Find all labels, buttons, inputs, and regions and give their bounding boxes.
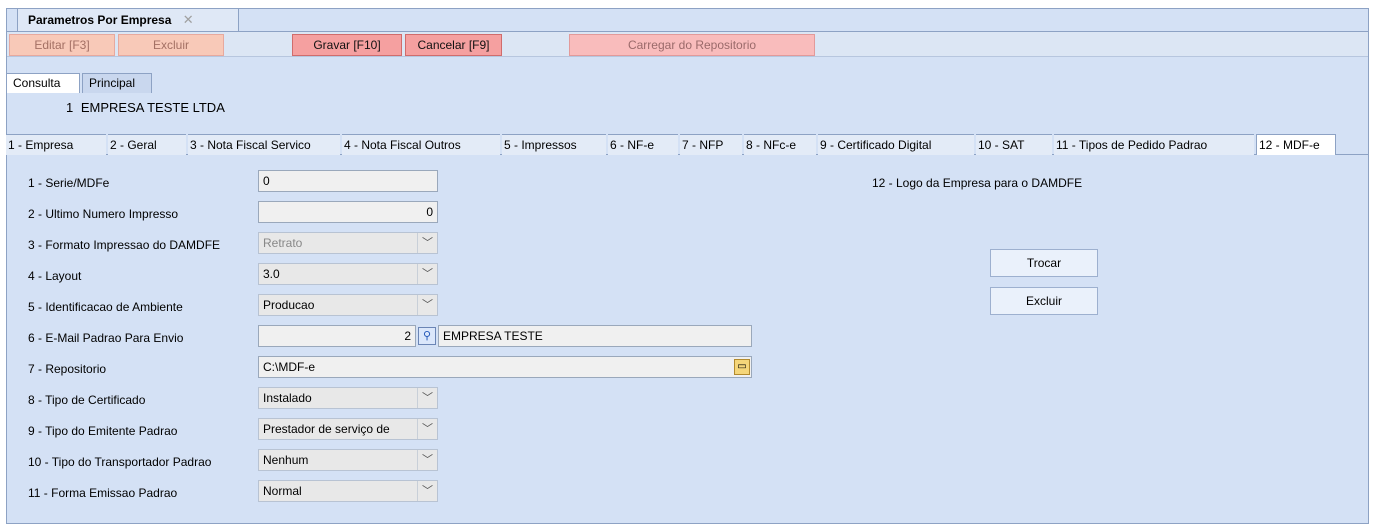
delete-logo-button[interactable]: Excluir	[990, 287, 1098, 315]
tab-geral[interactable]: 2 - Geral	[108, 134, 186, 155]
change-logo-button[interactable]: Trocar	[990, 249, 1098, 277]
tab-nfc-e[interactable]: 8 - NFc-e	[744, 134, 816, 155]
transportador-value: Nenhum	[263, 453, 309, 467]
email-label: 6 - E-Mail Padrao Para Envio	[28, 331, 184, 345]
tab-tipos-de-pedido-padrao[interactable]: 11 - Tipos de Pedido Padrao	[1054, 134, 1254, 155]
ultimo-numero-input[interactable]: 0	[258, 201, 438, 223]
ambiente-value: Producao	[263, 298, 315, 312]
logo-label: 12 - Logo da Empresa para o DAMDFE	[872, 176, 1083, 190]
tab-certificado-digital[interactable]: 9 - Certificado Digital	[818, 134, 974, 155]
emitente-label: 9 - Tipo do Emitente Padrao	[28, 424, 178, 438]
company-name: EMPRESA TESTE LTDA	[80, 100, 225, 115]
close-icon[interactable]: ✕	[183, 12, 194, 27]
chevron-down-icon[interactable]: ﹀	[417, 481, 437, 501]
certificado-label: 8 - Tipo de Certificado	[28, 393, 146, 407]
tab-nf-e[interactable]: 6 - NF-e	[608, 134, 678, 155]
cancel-button[interactable]: Cancelar [F9]	[405, 34, 502, 56]
email-code-input[interactable]: 2	[258, 325, 416, 347]
layout-label: 4 - Layout	[28, 269, 82, 283]
save-button[interactable]: Gravar [F10]	[292, 34, 402, 56]
transportador-label: 10 - Tipo do Transportador Padrao	[28, 455, 212, 469]
toolbar: Editar [F3] Excluir Gravar [F10] Cancela…	[7, 31, 1368, 57]
serie-label: 1 - Serie/MDFe	[28, 176, 110, 190]
tab-sat[interactable]: 10 - SAT	[976, 134, 1052, 155]
formato-select: Retrato ﹀	[258, 232, 438, 254]
tab-nfp[interactable]: 7 - NFP	[680, 134, 742, 155]
chevron-down-icon[interactable]: ﹀	[417, 295, 437, 315]
company-header: 1 EMPRESA TESTE LTDA	[66, 100, 225, 115]
document-tab-title: Parametros Por Empresa	[28, 13, 172, 27]
tab-nota-fiscal-outros[interactable]: 4 - Nota Fiscal Outros	[342, 134, 500, 155]
ambiente-label: 5 - Identificacao de Ambiente	[28, 300, 183, 314]
tab-nota-fiscal-servico[interactable]: 3 - Nota Fiscal Servico	[188, 134, 340, 155]
certificado-value: Instalado	[263, 391, 312, 405]
settings-tabs: 1 - Empresa 2 - Geral 3 - Nota Fiscal Se…	[6, 133, 1369, 155]
emissao-label: 11 - Forma Emissao Padrao	[28, 486, 178, 500]
chevron-down-icon[interactable]: ﹀	[417, 419, 437, 439]
repositorio-input[interactable]: C:\MDF-e	[258, 356, 752, 378]
edit-button[interactable]: Editar [F3]	[9, 34, 115, 56]
transportador-select[interactable]: Nenhum ﹀	[258, 449, 438, 471]
folder-icon[interactable]: ▭	[734, 359, 750, 375]
ambiente-select[interactable]: Producao ﹀	[258, 294, 438, 316]
layout-select[interactable]: 3.0 ﹀	[258, 263, 438, 285]
tab-empresa[interactable]: 1 - Empresa	[6, 134, 106, 155]
main-window: Parametros Por Empresa ✕ Editar [F3] Exc…	[6, 8, 1369, 524]
emitente-value: Prestador de serviço de	[263, 422, 390, 436]
ultimo-numero-label: 2 - Ultimo Numero Impresso	[28, 207, 179, 221]
chevron-down-icon: ﹀	[417, 233, 437, 253]
certificado-select[interactable]: Instalado ﹀	[258, 387, 438, 409]
repositorio-label: 7 - Repositorio	[28, 362, 107, 376]
chevron-down-icon[interactable]: ﹀	[417, 388, 437, 408]
emissao-value: Normal	[263, 484, 302, 498]
formato-label: 3 - Formato Impressao do DAMDFE	[28, 238, 221, 252]
tab-impressos[interactable]: 5 - Impressos	[502, 134, 606, 155]
emitente-select[interactable]: Prestador de serviço de ﹀	[258, 418, 438, 440]
tab-mdf-e[interactable]: 12 - MDF-e	[1256, 134, 1336, 155]
email-description: EMPRESA TESTE	[438, 325, 752, 347]
delete-button[interactable]: Excluir	[118, 34, 224, 56]
company-code: 1	[66, 100, 74, 115]
search-icon[interactable]: ⚲	[418, 327, 436, 345]
chevron-down-icon[interactable]: ﹀	[417, 264, 437, 284]
document-tab[interactable]: Parametros Por Empresa ✕	[17, 9, 239, 31]
load-repository-button[interactable]: Carregar do Repositorio	[569, 34, 815, 56]
emissao-select[interactable]: Normal ﹀	[258, 480, 438, 502]
tab-consulta[interactable]: Consulta	[6, 73, 80, 93]
tab-principal[interactable]: Principal	[82, 73, 152, 93]
serie-input[interactable]: 0	[258, 170, 438, 192]
layout-value: 3.0	[263, 267, 280, 281]
formato-value: Retrato	[263, 236, 303, 250]
chevron-down-icon[interactable]: ﹀	[417, 450, 437, 470]
